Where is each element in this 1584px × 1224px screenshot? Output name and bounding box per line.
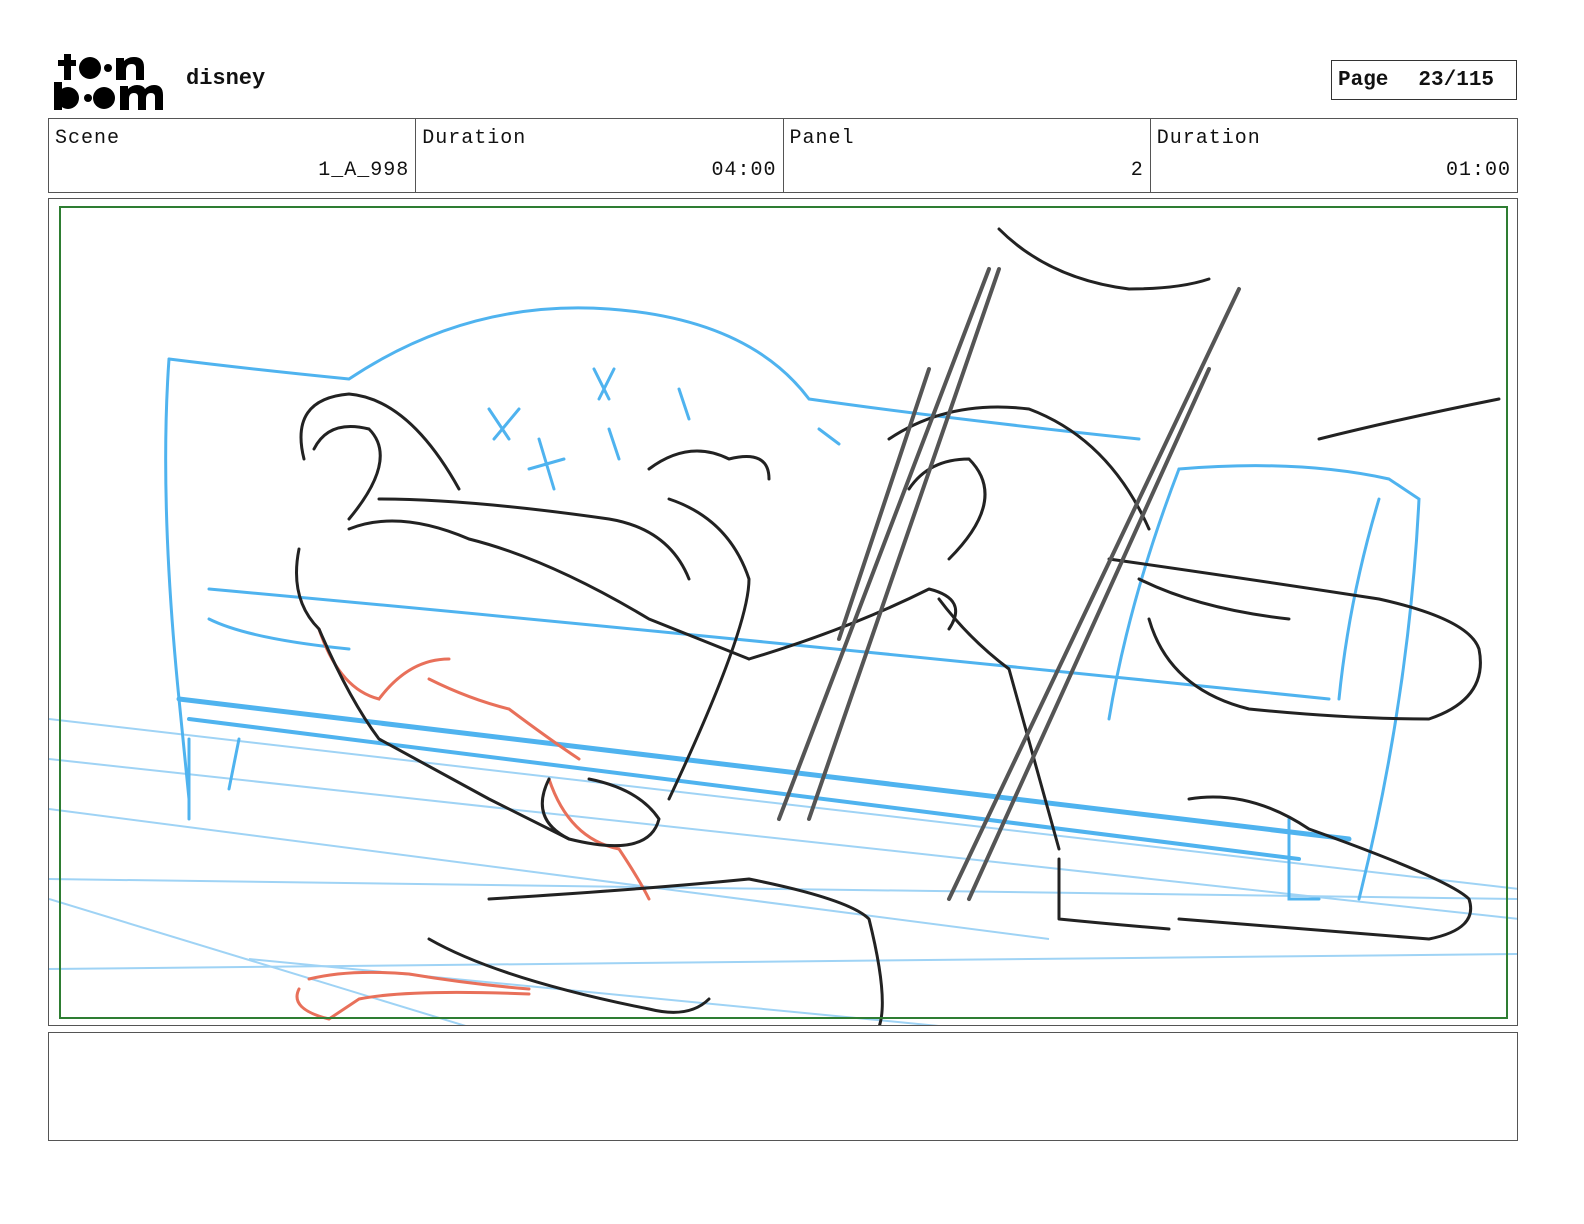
panel-label: Panel — [789, 127, 855, 150]
scene-label: Scene — [55, 127, 121, 150]
notes-area — [48, 1032, 1518, 1141]
scene-cell: Scene 1_A_998 — [49, 119, 417, 192]
page-number: 23/115 — [1418, 68, 1495, 92]
storyboard-panel — [48, 198, 1518, 1026]
panel-cell: Panel 2 — [784, 119, 1151, 192]
scene-duration-label: Duration — [422, 127, 527, 150]
toon-boom-logo — [52, 50, 164, 112]
panel-value: 2 — [1130, 159, 1144, 182]
panel-duration-value: 01:00 — [1445, 159, 1511, 182]
panel-sketch — [49, 206, 1517, 1025]
scene-value: 1_A_998 — [318, 159, 410, 182]
project-name: disney — [186, 66, 266, 91]
panel-duration-label: Duration — [1156, 127, 1261, 150]
scene-duration-cell: Duration 04:00 — [416, 119, 784, 192]
panel-info-row: Scene 1_A_998 Duration 04:00 Panel 2 Dur… — [48, 118, 1518, 193]
scene-duration-value: 04:00 — [711, 159, 777, 182]
page-indicator: Page 23/115 — [1331, 60, 1517, 100]
page-label: Page — [1338, 68, 1389, 92]
panel-duration-cell: Duration 01:00 — [1151, 119, 1517, 192]
